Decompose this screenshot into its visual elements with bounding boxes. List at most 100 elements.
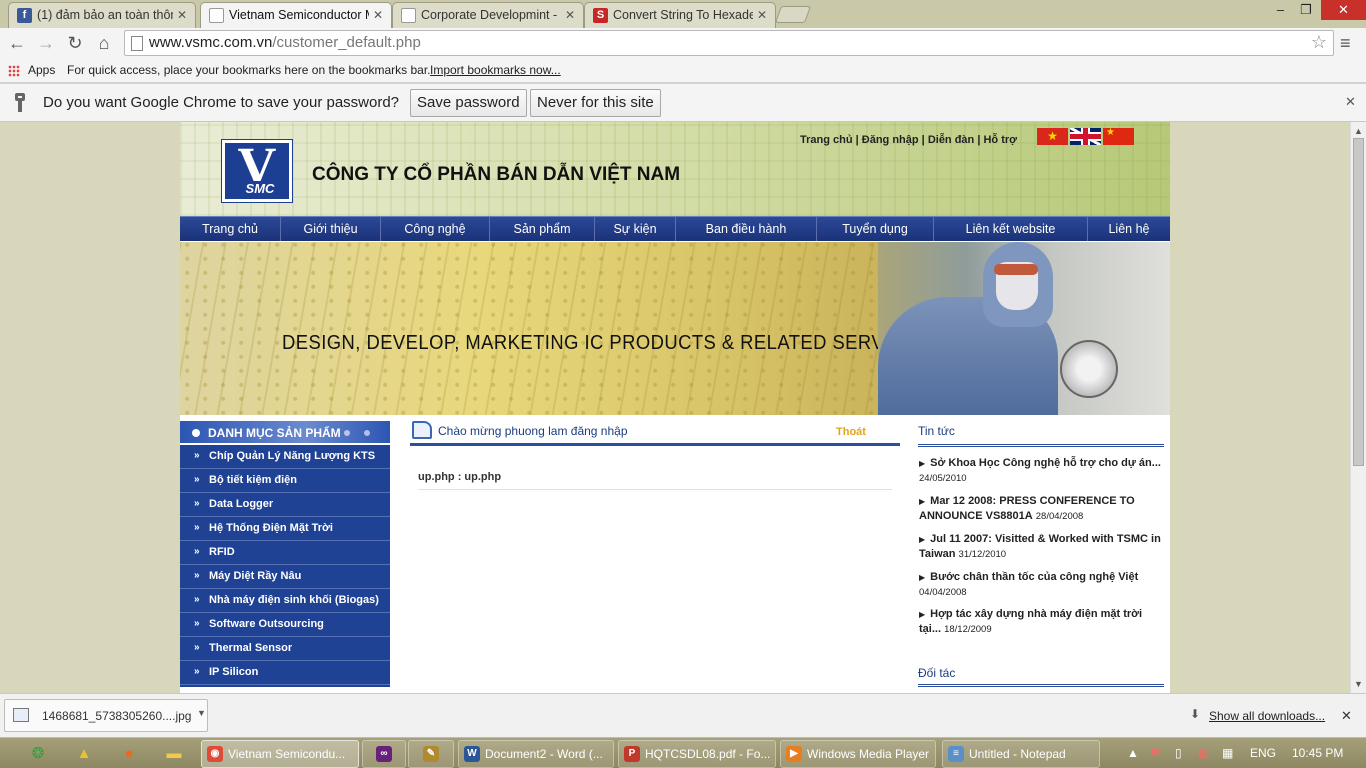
window-close-icon[interactable]: ✕ bbox=[1321, 0, 1366, 20]
triangle-bullet-icon: ▶ bbox=[919, 535, 926, 544]
top-link-support[interactable]: Hỗ trợ bbox=[983, 134, 1016, 146]
url-text[interactable]: www.vsmc.com.vn/customer_default.php bbox=[149, 34, 421, 51]
top-link-home[interactable]: Trang chủ bbox=[800, 134, 853, 146]
tray-expand-icon[interactable]: ▲ bbox=[1127, 746, 1139, 760]
logo-sub: SMC bbox=[241, 181, 279, 196]
restore-icon[interactable]: ❐ bbox=[1293, 0, 1319, 20]
apps-shortcut[interactable]: Apps bbox=[28, 63, 55, 77]
category-item[interactable]: » IP Silicon bbox=[180, 661, 390, 685]
page-scrollbar[interactable]: ▲ ▼ bbox=[1350, 122, 1366, 693]
scroll-up-icon[interactable]: ▲ bbox=[1354, 126, 1363, 136]
nav-recruitment[interactable]: Tuyển dụng bbox=[817, 217, 934, 241]
news-title[interactable]: Jul 11 2007: Visitted & Worked with TSMC… bbox=[919, 533, 1161, 560]
taskbar-word[interactable]: W Document2 - Word (... bbox=[458, 740, 614, 768]
nav-about[interactable]: Giới thiệu bbox=[281, 217, 381, 241]
nav-products[interactable]: Sản phẩm bbox=[490, 217, 595, 241]
vsmc-logo[interactable]: V SMC bbox=[221, 136, 293, 203]
top-link-login[interactable]: Đăng nhập bbox=[862, 134, 919, 146]
chrome-menu-icon[interactable]: ≡ bbox=[1340, 33, 1351, 54]
category-label: Thermal Sensor bbox=[209, 642, 293, 654]
dropdown-arrow-icon[interactable]: ▼ bbox=[197, 708, 206, 718]
taskbar-notepad[interactable]: ≡ Untitled - Notepad bbox=[942, 740, 1100, 768]
news-item[interactable]: ▶ Jul 11 2007: Visitted & Worked with TSM… bbox=[919, 532, 1165, 562]
home-icon[interactable]: ⌂ bbox=[93, 32, 115, 54]
news-title[interactable]: Bước chân thần tốc của công nghệ Việt bbox=[930, 571, 1138, 583]
action-center-icon[interactable]: ⚑ bbox=[1150, 746, 1161, 760]
page-icon bbox=[209, 8, 224, 23]
tab-strip: f (1) đảm bảo an toàn thông ✕ Vietnam Se… bbox=[0, 0, 1366, 29]
taskbar-visual-studio[interactable]: ∞ bbox=[362, 740, 406, 768]
show-all-downloads-link[interactable]: Show all downloads... bbox=[1209, 709, 1325, 723]
news-item[interactable]: ▶ Bước chân thần tốc của công nghệ Việt 04… bbox=[919, 570, 1165, 600]
vietnam-flag-icon[interactable]: ★ bbox=[1037, 128, 1068, 145]
category-item[interactable]: » Nhà máy điện sinh khối (Biogas) bbox=[180, 589, 390, 613]
app-yellow-icon[interactable]: ▲ bbox=[72, 742, 96, 765]
news-item[interactable]: ▶ Sở Khoa Học Công nghệ hỗ trợ cho dự án.… bbox=[919, 456, 1165, 486]
taskbar-chrome-window[interactable]: ◉ Vietnam Semicondu... bbox=[201, 740, 359, 768]
nav-events[interactable]: Sự kiện bbox=[595, 217, 676, 241]
tab-facebook[interactable]: f (1) đảm bảo an toàn thông ✕ bbox=[8, 2, 196, 28]
minimize-icon[interactable]: – bbox=[1268, 0, 1293, 20]
news-title[interactable]: Sở Khoa Học Công nghệ hỗ trợ cho dự án..… bbox=[930, 457, 1161, 469]
category-item[interactable]: » Software Outsourcing bbox=[180, 613, 390, 637]
category-item[interactable]: » Thermal Sensor bbox=[180, 637, 390, 661]
triangle-bullet-icon: ▶ bbox=[919, 459, 926, 468]
logout-link[interactable]: Thoát bbox=[836, 426, 866, 438]
volume-muted-icon[interactable]: ◍ bbox=[1198, 746, 1208, 760]
nav-technology[interactable]: Công nghệ bbox=[381, 217, 490, 241]
new-tab-button[interactable] bbox=[774, 6, 812, 23]
forward-icon[interactable]: → bbox=[35, 32, 57, 54]
tab-vsmc[interactable]: Vietnam Semiconductor M ✕ bbox=[200, 2, 392, 29]
bookmark-star-icon[interactable]: ☆ bbox=[1311, 32, 1327, 53]
scrollbar-thumb[interactable] bbox=[1353, 138, 1364, 466]
china-flag-icon[interactable]: ★ bbox=[1103, 128, 1134, 145]
network-icon[interactable]: ▦ bbox=[1222, 746, 1233, 760]
category-item[interactable]: » Data Logger bbox=[180, 493, 390, 517]
nav-contact[interactable]: Liên hệ bbox=[1088, 217, 1170, 241]
double-chevron-icon: » bbox=[194, 450, 200, 461]
tab-convert-string[interactable]: S Convert String To Hexade ✕ bbox=[584, 2, 776, 28]
nav-weblinks[interactable]: Liên kết website bbox=[934, 217, 1088, 241]
download-item[interactable]: 1468681_5738305260....jpg ▼ bbox=[4, 699, 208, 732]
taskbar-label: Windows Media Player bbox=[807, 747, 930, 761]
page-icon bbox=[401, 8, 416, 23]
battery-icon[interactable]: ▯ bbox=[1175, 746, 1182, 760]
reload-icon[interactable]: ↻ bbox=[64, 32, 86, 54]
firefox-icon[interactable]: ● bbox=[117, 742, 141, 765]
category-item[interactable]: » Hệ Thống Điện Mặt Trời bbox=[180, 517, 390, 541]
save-password-button[interactable]: Save password bbox=[410, 89, 527, 117]
uk-flag-icon[interactable] bbox=[1070, 128, 1101, 145]
tab-corporate[interactable]: Corporate Developmint - ✕ bbox=[392, 2, 584, 28]
input-language[interactable]: ENG bbox=[1250, 746, 1276, 760]
close-icon[interactable]: ✕ bbox=[373, 3, 383, 27]
clock[interactable]: 10:45 PM bbox=[1292, 746, 1343, 760]
close-icon[interactable]: ✕ bbox=[177, 3, 187, 27]
back-icon[interactable]: ← bbox=[6, 32, 28, 54]
infobar-close-icon[interactable]: ✕ bbox=[1345, 94, 1356, 110]
nav-management[interactable]: Ban điều hành bbox=[676, 217, 817, 241]
apps-grid-icon[interactable] bbox=[8, 65, 20, 77]
file-explorer-icon[interactable]: ▬ bbox=[162, 742, 186, 765]
nav-home[interactable]: Trang chủ bbox=[180, 217, 281, 241]
taskbar-media-player[interactable]: ▶ Windows Media Player bbox=[780, 740, 936, 768]
page-info-icon[interactable] bbox=[131, 36, 143, 51]
news-item[interactable]: ▶ Hợp tác xây dựng nhà máy điện mặt trời … bbox=[919, 607, 1165, 637]
media-player-icon: ▶ bbox=[786, 746, 802, 762]
never-for-this-site-button[interactable]: Never for this site bbox=[530, 89, 661, 117]
app-green-icon[interactable]: ❂ bbox=[26, 742, 50, 765]
scroll-down-icon[interactable]: ▼ bbox=[1354, 679, 1363, 689]
close-icon[interactable]: ✕ bbox=[565, 3, 575, 27]
shelf-close-icon[interactable]: ✕ bbox=[1341, 708, 1352, 724]
top-link-forum[interactable]: Diễn đàn bbox=[928, 134, 974, 146]
news-item[interactable]: ▶ Mar 12 2008: PRESS CONFERENCE TO ANNOUN… bbox=[919, 494, 1165, 524]
taskbar-tool[interactable]: ✎ bbox=[408, 740, 454, 768]
news-title[interactable]: Mar 12 2008: PRESS CONFERENCE TO ANNOUNC… bbox=[919, 495, 1135, 522]
category-item[interactable]: » Chíp Quản Lý Năng Lượng KTS bbox=[180, 445, 390, 469]
address-bar[interactable]: www.vsmc.com.vn/customer_default.php ☆ bbox=[124, 30, 1334, 56]
close-icon[interactable]: ✕ bbox=[757, 3, 767, 27]
category-item[interactable]: » Máy Diệt Rầy Nâu bbox=[180, 565, 390, 589]
import-bookmarks-link[interactable]: Import bookmarks now... bbox=[430, 63, 561, 77]
category-item[interactable]: » RFID bbox=[180, 541, 390, 565]
category-item[interactable]: » Bộ tiết kiệm điện bbox=[180, 469, 390, 493]
taskbar-foxit[interactable]: P HQTCSDL08.pdf - Fo... bbox=[618, 740, 776, 768]
